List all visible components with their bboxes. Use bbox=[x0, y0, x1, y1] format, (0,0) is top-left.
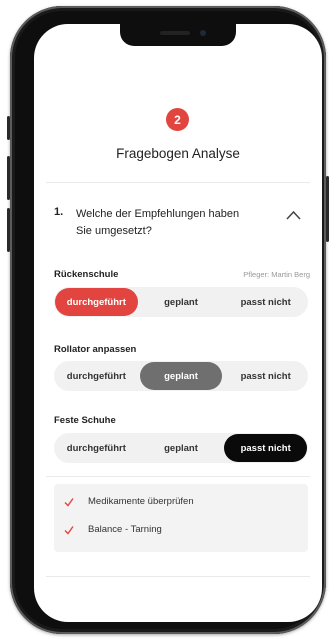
checkmark-icon bbox=[64, 525, 74, 535]
page-title: Fragebogen Analyse bbox=[116, 146, 240, 161]
item-label-rollator: Rollator anpassen bbox=[54, 344, 137, 355]
phone-screen: 2 Fragebogen Analyse 1. Welche der Empfe… bbox=[34, 24, 322, 622]
option-durchgefuehrt[interactable]: durchgeführt bbox=[55, 362, 138, 390]
checklist-item-label: Balance - Tarning bbox=[88, 524, 162, 535]
notch bbox=[120, 24, 236, 46]
item-label-rueckenschule: Rückenschule bbox=[54, 269, 119, 280]
checklist-item: Medikamente überprüfen bbox=[64, 496, 194, 507]
option-durchgefuehrt[interactable]: durchgeführt bbox=[55, 434, 138, 462]
segmented-control-rueckenschule: durchgeführt geplant passt nicht bbox=[54, 287, 308, 317]
question-text: Welche der Empfehlungen haben Sie umgese… bbox=[76, 208, 240, 237]
power-button bbox=[326, 176, 329, 242]
option-passt-nicht[interactable]: passt nicht bbox=[224, 362, 307, 390]
divider bbox=[46, 182, 310, 183]
questionnaire: 2 Fragebogen Analyse 1. Welche der Empfe… bbox=[46, 72, 310, 622]
option-geplant[interactable]: geplant bbox=[139, 362, 223, 390]
front-camera bbox=[200, 30, 206, 36]
question-number: 1. bbox=[54, 206, 64, 218]
step-badge: 2 bbox=[166, 108, 189, 131]
mute-switch bbox=[7, 116, 10, 140]
option-durchgefuehrt[interactable]: durchgeführt bbox=[55, 288, 138, 316]
segmented-control-feste-schuhe: durchgeführt geplant passt nicht bbox=[54, 433, 308, 463]
checklist-item-label: Medikamente überprüfen bbox=[88, 496, 194, 507]
helper-text: Pfleger: Martin Berg bbox=[243, 270, 310, 279]
phone-frame: 2 Fragebogen Analyse 1. Welche der Empfe… bbox=[7, 6, 329, 634]
chevron-up-icon[interactable] bbox=[286, 209, 301, 221]
checklist: Medikamente überprüfen Balance - Tarning bbox=[54, 484, 308, 552]
volume-up-button bbox=[7, 156, 10, 200]
option-geplant[interactable]: geplant bbox=[140, 288, 223, 316]
divider bbox=[46, 476, 310, 477]
checkmark-icon bbox=[64, 497, 74, 507]
speaker-grille bbox=[160, 31, 190, 35]
divider bbox=[46, 576, 310, 577]
volume-down-button bbox=[7, 208, 10, 252]
option-passt-nicht[interactable]: passt nicht bbox=[224, 288, 307, 316]
item-label-feste-schuhe: Feste Schuhe bbox=[54, 415, 116, 426]
option-passt-nicht[interactable]: passt nicht bbox=[224, 434, 308, 462]
checklist-item: Balance - Tarning bbox=[64, 524, 162, 535]
segmented-control-rollator: durchgeführt geplant passt nicht bbox=[54, 361, 308, 391]
option-geplant[interactable]: geplant bbox=[140, 434, 223, 462]
